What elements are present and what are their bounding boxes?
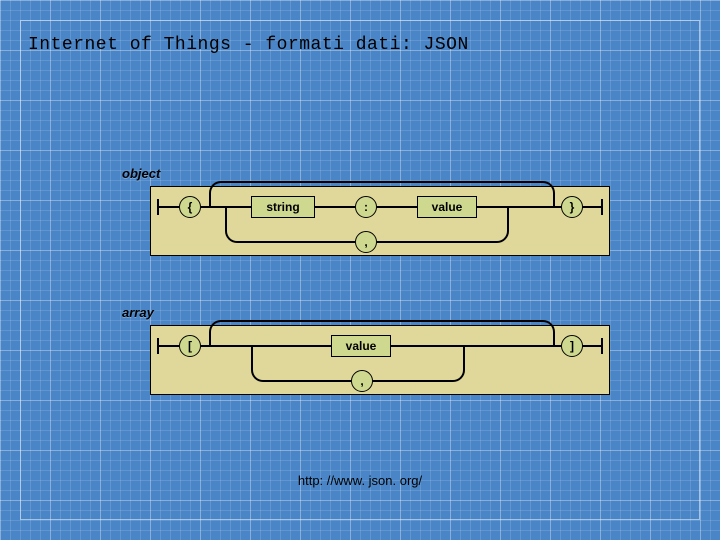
value-node-object: value	[417, 196, 477, 218]
array-diagram: [ value ] ,	[150, 325, 610, 395]
open-bracket-terminal: [	[179, 335, 201, 357]
footer-url: http: //www. json. org/	[0, 473, 720, 488]
close-bracket-terminal: ]	[561, 335, 583, 357]
object-caption: object	[122, 166, 160, 181]
slide-frame	[20, 20, 700, 520]
object-diagram: { string : value } ,	[150, 186, 610, 256]
colon-terminal: :	[355, 196, 377, 218]
array-caption: array	[122, 305, 154, 320]
slide-title: Internet of Things - formati dati: JSON	[28, 35, 469, 55]
close-brace-terminal: }	[561, 196, 583, 218]
open-brace-terminal: {	[179, 196, 201, 218]
string-node: string	[251, 196, 315, 218]
comma-terminal-array: ,	[351, 370, 373, 392]
comma-terminal-object: ,	[355, 231, 377, 253]
value-node-array: value	[331, 335, 391, 357]
